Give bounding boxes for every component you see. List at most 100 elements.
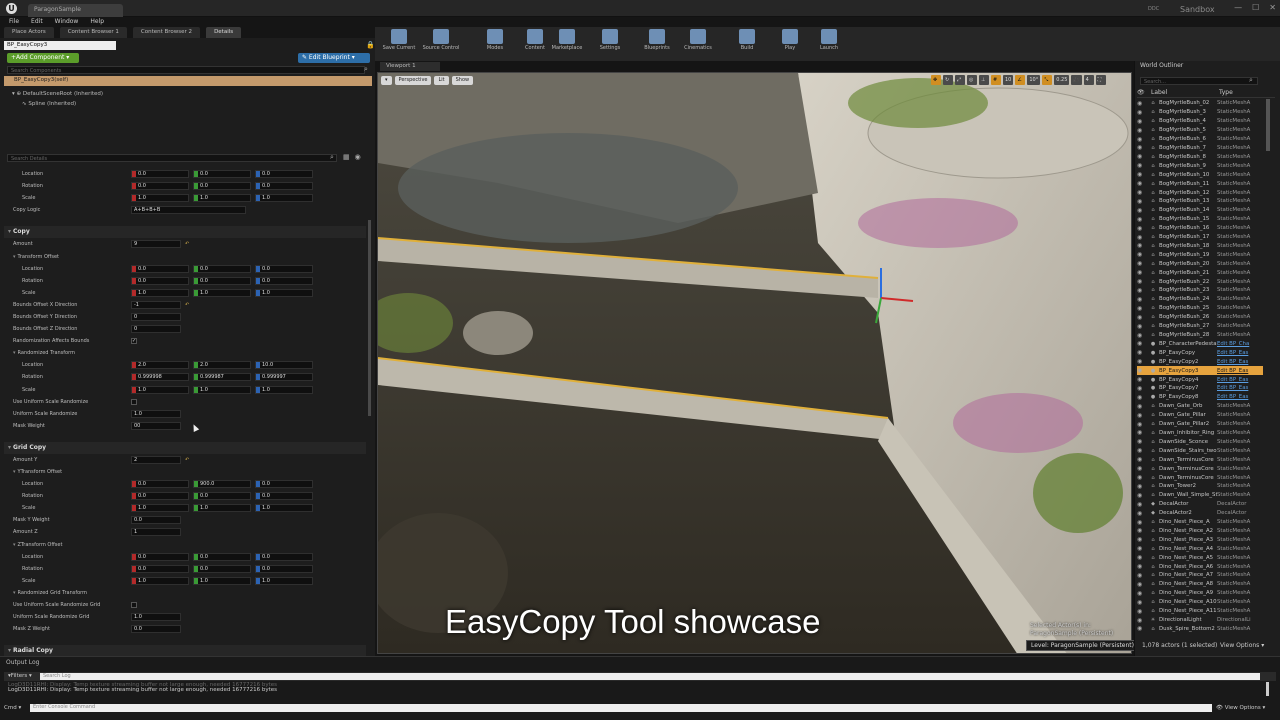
visibility-eye-icon[interactable]: ◉	[1137, 403, 1147, 410]
visibility-eye-icon[interactable]: ◉	[1137, 234, 1147, 241]
outliner-row[interactable]: ◉ ⌂ DawnSide_Sconce StaticMeshA	[1137, 437, 1263, 446]
outliner-row[interactable]: ◉ ⌂ BogMyrtleBush_6 StaticMeshA	[1137, 135, 1263, 144]
z-component-field[interactable]: 1.0	[255, 504, 313, 513]
outliner-row[interactable]: ◉ ● BP_EasyCopy3 Edit BP_Eas	[1137, 366, 1263, 376]
visibility-eye-icon[interactable]: ◉	[1137, 572, 1147, 579]
category-header[interactable]: ▾ Copy	[4, 226, 366, 239]
y-component-field[interactable]: 1.0	[193, 504, 251, 513]
outliner-row[interactable]: ◉ ⌂ Dino_Nest_Piece_A2 StaticMeshA	[1137, 527, 1263, 536]
save-toolbar-button[interactable]: Save Current	[379, 29, 419, 51]
z-component-field[interactable]: 0.0	[255, 480, 313, 489]
visibility-eye-icon[interactable]: ◉	[1137, 171, 1147, 178]
visibility-eye-icon[interactable]: ◉	[1137, 554, 1147, 561]
y-component-field[interactable]: 0.0	[193, 264, 251, 273]
viewport-menu-button[interactable]: ▾	[381, 76, 392, 85]
y-component-field[interactable]: 0.0	[193, 564, 251, 573]
numeric-field[interactable]: 0	[131, 312, 181, 321]
label-column-header[interactable]: Label	[1147, 89, 1219, 97]
source-control-toolbar-button[interactable]: Source Control	[421, 29, 461, 51]
component-self-row[interactable]: BP_EasyCopy3(self)	[4, 76, 372, 86]
x-component-field[interactable]: 2.0	[131, 361, 189, 370]
y-component-field[interactable]: 2.0	[193, 361, 251, 370]
outliner-row[interactable]: ◉ ⌂ BogMyrtleBush_23 StaticMeshA	[1137, 286, 1263, 295]
outliner-row[interactable]: ◉ ⌂ BogMyrtleBush_8 StaticMeshA	[1137, 152, 1263, 161]
visibility-eye-icon[interactable]: ◉	[1137, 278, 1147, 285]
outliner-row[interactable]: ◉ ⌂ BogMyrtleBush_10 StaticMeshA	[1137, 170, 1263, 179]
outliner-row[interactable]: ◉ ⌂ Dino_Nest_Piece_A11 StaticMeshA	[1137, 607, 1263, 616]
x-component-field[interactable]: 1.0	[131, 576, 189, 585]
component-spline[interactable]: ∿ Spline (Inherited)	[4, 99, 372, 109]
numeric-field[interactable]: 2	[131, 455, 181, 464]
visibility-eye-icon[interactable]: ◉	[1137, 474, 1147, 481]
outliner-row[interactable]: ◉ ⌂ BogMyrtleBush_12 StaticMeshA	[1137, 188, 1263, 197]
z-component-field[interactable]: 0.999997	[255, 373, 313, 382]
chevron-down-icon[interactable]: ▾	[13, 590, 16, 596]
visibility-eye-icon[interactable]: ◉	[1137, 429, 1147, 436]
visibility-eye-icon[interactable]: ◉	[1137, 136, 1147, 143]
visibility-eye-icon[interactable]: ◉	[1137, 545, 1147, 552]
tab-content-browser-2[interactable]: Content Browser 2	[132, 27, 201, 38]
numeric-field[interactable]: 1.0	[131, 613, 181, 622]
scale-icon[interactable]: ⤢	[955, 75, 965, 85]
visibility-eye-icon[interactable]: ◉	[1137, 323, 1147, 330]
visibility-eye-icon[interactable]: ◉	[1137, 198, 1147, 205]
y-component-field[interactable]: 0.999987	[193, 373, 251, 382]
actor-type[interactable]: Edit BP_Eas	[1217, 394, 1257, 400]
visibility-eye-icon[interactable]: ◉	[1137, 207, 1147, 214]
outliner-row[interactable]: ◉ ⌂ BogMyrtleBush_4 StaticMeshA	[1137, 117, 1263, 126]
outliner-row[interactable]: ◉ ⌂ BogMyrtleBush_13 StaticMeshA	[1137, 197, 1263, 206]
outliner-row[interactable]: ◉ ⌂ BogMyrtleBush_3 StaticMeshA	[1137, 108, 1263, 117]
x-component-field[interactable]: 1.0	[131, 288, 189, 297]
z-component-field[interactable]: 1.0	[255, 194, 313, 203]
numeric-field[interactable]: 1.0	[131, 409, 181, 418]
outliner-row[interactable]: ◉ ⌂ Dawn_Gate_Pillar StaticMeshA	[1137, 411, 1263, 420]
numeric-field[interactable]: 00	[131, 421, 181, 430]
outliner-row[interactable]: ◉ ⌂ BogMyrtleBush_7 StaticMeshA	[1137, 144, 1263, 153]
y-component-field[interactable]: 0.0	[193, 492, 251, 501]
visibility-eye-icon[interactable]: ◉	[1137, 385, 1147, 392]
camera-speed-value[interactable]: 4	[1083, 75, 1094, 85]
world-outliner-tab[interactable]: World Outliner	[1140, 62, 1183, 69]
z-component-field[interactable]: 0.0	[255, 564, 313, 573]
outliner-row[interactable]: ◉ ⌂ BogMyrtleBush_5 StaticMeshA	[1137, 126, 1263, 135]
chevron-down-icon[interactable]: ▾	[13, 469, 16, 475]
x-component-field[interactable]: 0.0	[131, 276, 189, 285]
show-button[interactable]: Show	[451, 76, 474, 85]
outliner-row[interactable]: ◉ ⌂ Dawn_TerminusCore StaticMeshA	[1137, 455, 1263, 464]
visibility-eye-icon[interactable]: ◉	[1137, 465, 1147, 472]
component-search-input[interactable]: Search Components	[7, 66, 365, 74]
scale-snap-value[interactable]: 0.25	[1054, 75, 1070, 85]
play-toolbar-button[interactable]: Play	[770, 29, 810, 51]
x-component-field[interactable]: 0.999998	[131, 373, 189, 382]
visibility-eye-icon[interactable]: ◉	[1137, 590, 1147, 597]
y-component-field[interactable]: 1.0	[193, 194, 251, 203]
outliner-row[interactable]: ◉ ⌂ BogMyrtleBush_02 StaticMeshA	[1137, 99, 1263, 108]
log-scrollbar[interactable]	[1266, 682, 1269, 696]
visibility-eye-icon[interactable]: ◉	[1137, 501, 1147, 508]
reset-to-default-icon[interactable]: ↶	[185, 457, 189, 463]
outliner-row[interactable]: ◉ ⌂ Dino_Nest_Piece_A3 StaticMeshA	[1137, 535, 1263, 544]
visibility-eye-icon[interactable]: ◉	[1137, 127, 1147, 134]
outliner-row[interactable]: ◉ ● BP_EasyCopy4 Edit BP_Eas	[1137, 375, 1263, 384]
y-component-field[interactable]: 900.0	[193, 480, 251, 489]
scale-snap-icon[interactable]: ⤡	[1042, 75, 1053, 85]
z-component-field[interactable]: 0.0	[255, 276, 313, 285]
outliner-row[interactable]: ◉ ⌂ BogMyrtleBush_28 StaticMeshA	[1137, 331, 1263, 340]
outliner-row[interactable]: ◉ ⌂ BogMyrtleBush_20 StaticMeshA	[1137, 259, 1263, 268]
outliner-row[interactable]: ◉ ⌂ Dawn_Wall_Simple_St StaticMeshA	[1137, 491, 1263, 500]
level-viewport[interactable]	[377, 72, 1132, 654]
y-component-field[interactable]: 1.0	[193, 576, 251, 585]
edit-blueprint-button[interactable]: ✎ Edit Blueprint ▾	[298, 53, 370, 63]
visibility-eye-icon[interactable]: ◉	[1137, 118, 1147, 125]
visibility-eye-icon[interactable]: ◉	[1137, 287, 1147, 294]
z-component-field[interactable]: 0.0	[255, 552, 313, 561]
outliner-row[interactable]: ◉ ● BP_EasyCopy Edit BP_Eas	[1137, 348, 1263, 357]
actor-type[interactable]: Edit BP_Eas	[1217, 368, 1257, 374]
outliner-row[interactable]: ◉ ⌂ BogMyrtleBush_14 StaticMeshA	[1137, 206, 1263, 215]
x-component-field[interactable]: 0.0	[131, 480, 189, 489]
visibility-eye-icon[interactable]: ◉	[1137, 100, 1147, 107]
console-command-input[interactable]: Enter Console Command	[30, 703, 1212, 712]
visibility-eye-icon[interactable]: ◉	[1137, 269, 1147, 276]
outliner-row[interactable]: ◉ ⌂ BogMyrtleBush_22 StaticMeshA	[1137, 277, 1263, 286]
visibility-eye-icon[interactable]: ◉	[1137, 510, 1147, 517]
